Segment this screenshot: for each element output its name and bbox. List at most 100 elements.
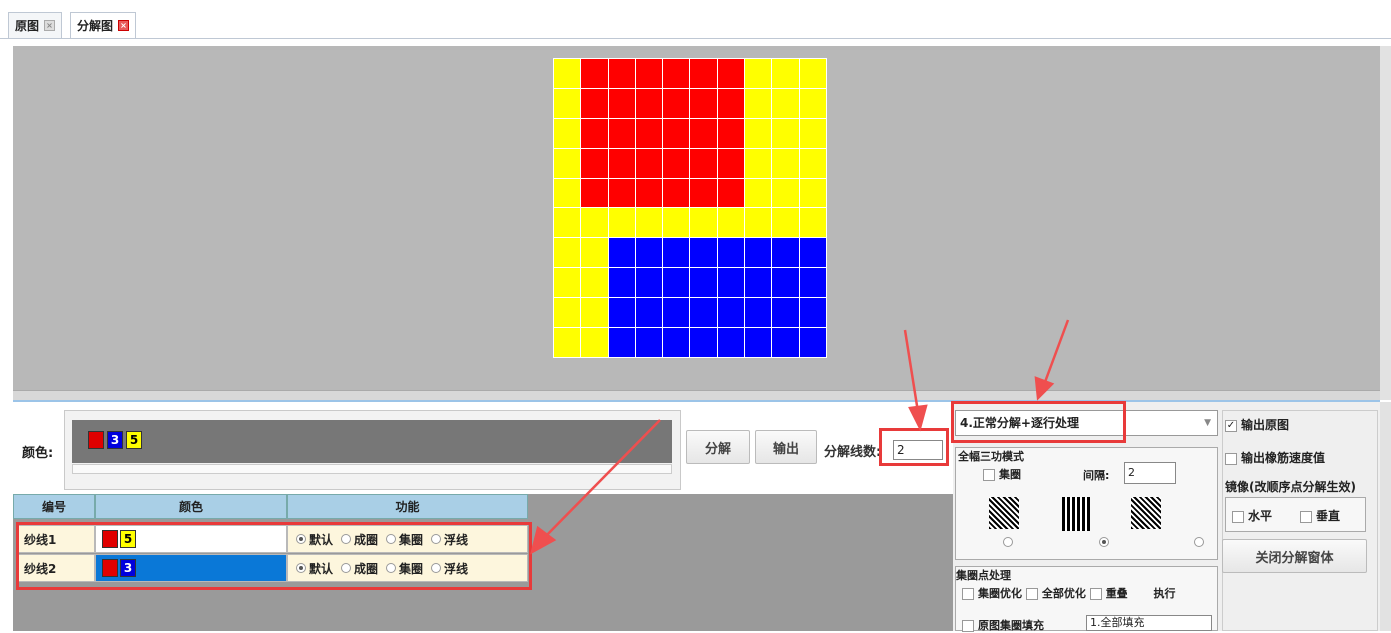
grid-cell[interactable] bbox=[635, 178, 663, 208]
grid-cell[interactable] bbox=[745, 59, 772, 88]
grid-cell[interactable] bbox=[717, 178, 745, 208]
grid-cell[interactable] bbox=[608, 238, 635, 268]
grid-cell[interactable] bbox=[745, 238, 772, 268]
grid-cell[interactable] bbox=[772, 148, 799, 178]
grid-cell[interactable] bbox=[554, 148, 581, 178]
grid-cell[interactable] bbox=[717, 148, 745, 178]
horizontal-checkbox[interactable]: 水平 bbox=[1232, 507, 1272, 524]
grid-cell[interactable] bbox=[581, 118, 608, 148]
grid-cell[interactable] bbox=[608, 268, 635, 298]
overlap-checkbox[interactable]: 重叠 bbox=[1089, 587, 1128, 600]
grid-cell[interactable] bbox=[663, 178, 690, 208]
grid-cell[interactable] bbox=[635, 118, 663, 148]
grid-cell[interactable] bbox=[554, 238, 581, 268]
pattern-radio-2[interactable] bbox=[1098, 536, 1109, 547]
grid-cell[interactable] bbox=[799, 59, 826, 88]
grid-cell[interactable] bbox=[717, 118, 745, 148]
grid-cell[interactable] bbox=[717, 59, 745, 88]
grid-cell[interactable] bbox=[717, 238, 745, 268]
close-icon[interactable]: × bbox=[118, 20, 130, 31]
color-chip[interactable]: 2 bbox=[88, 431, 104, 449]
output-original-checkbox[interactable]: ✓ 输出原图 bbox=[1225, 416, 1289, 433]
grid-cell[interactable] bbox=[608, 148, 635, 178]
grid-cell[interactable] bbox=[663, 59, 690, 88]
grid-cell[interactable] bbox=[690, 118, 717, 148]
grid-cell[interactable] bbox=[581, 238, 608, 268]
tab-original[interactable]: 原图 × bbox=[8, 12, 63, 38]
interval-input[interactable]: 2 bbox=[1124, 462, 1176, 484]
grid-cell[interactable] bbox=[745, 88, 772, 118]
grid-cell[interactable] bbox=[608, 118, 635, 148]
color-chip[interactable]: 3 bbox=[107, 431, 123, 449]
grid-cell[interactable] bbox=[799, 148, 826, 178]
grid-cell[interactable] bbox=[554, 178, 581, 208]
color-chip[interactable]: 5 bbox=[126, 431, 142, 449]
grid-cell[interactable] bbox=[554, 268, 581, 298]
grid-cell[interactable] bbox=[799, 238, 826, 268]
all-optimize-checkbox[interactable]: 全部优化 bbox=[1025, 587, 1086, 600]
pattern-radio-3[interactable] bbox=[1193, 536, 1204, 547]
close-icon[interactable]: × bbox=[44, 20, 56, 31]
output-speed-checkbox[interactable]: 输出橡筋速度值 bbox=[1225, 449, 1325, 466]
grid-cell[interactable] bbox=[799, 268, 826, 298]
grid-cell[interactable] bbox=[772, 238, 799, 268]
grid-cell[interactable] bbox=[635, 268, 663, 298]
grid-cell[interactable] bbox=[799, 208, 826, 238]
grid-cell[interactable] bbox=[635, 208, 663, 238]
grid-cell[interactable] bbox=[690, 59, 717, 88]
grid-cell[interactable] bbox=[745, 148, 772, 178]
grid-cell[interactable] bbox=[690, 268, 717, 298]
grid-cell[interactable] bbox=[799, 118, 826, 148]
grid-cell[interactable] bbox=[608, 59, 635, 88]
grid-cell[interactable] bbox=[581, 268, 608, 298]
grid-cell[interactable] bbox=[772, 59, 799, 88]
grid-cell[interactable] bbox=[635, 238, 663, 268]
pattern-radio-1[interactable] bbox=[1003, 536, 1013, 547]
grid-cell[interactable] bbox=[635, 59, 663, 88]
grid-cell[interactable] bbox=[554, 118, 581, 148]
grid-cell[interactable] bbox=[690, 148, 717, 178]
grid-cell[interactable] bbox=[772, 118, 799, 148]
grid-cell[interactable] bbox=[799, 88, 826, 118]
grid-cell[interactable] bbox=[581, 208, 608, 238]
grid-cell[interactable] bbox=[799, 178, 826, 208]
grid-cell[interactable] bbox=[690, 208, 717, 238]
panel-scrollbar[interactable] bbox=[1380, 402, 1391, 631]
grid-cell[interactable] bbox=[663, 88, 690, 118]
vertical-checkbox[interactable]: 垂直 bbox=[1300, 507, 1340, 524]
grid-cell[interactable] bbox=[745, 268, 772, 298]
close-window-button[interactable]: 关闭分解窗体 bbox=[1222, 539, 1367, 573]
grid-cell[interactable] bbox=[745, 178, 772, 208]
grid-cell[interactable] bbox=[554, 59, 581, 88]
grid-cell[interactable] bbox=[690, 88, 717, 118]
vertical-scrollbar[interactable] bbox=[1380, 46, 1391, 400]
grid-cell[interactable] bbox=[690, 178, 717, 208]
grid-cell[interactable] bbox=[581, 88, 608, 118]
grid-cell[interactable] bbox=[635, 88, 663, 118]
grid-cell[interactable] bbox=[717, 208, 745, 238]
grid-cell[interactable] bbox=[772, 178, 799, 208]
grid-cell[interactable] bbox=[608, 178, 635, 208]
grid-cell[interactable] bbox=[690, 238, 717, 268]
grid-cell[interactable] bbox=[608, 88, 635, 118]
grid-cell[interactable] bbox=[745, 208, 772, 238]
grid-cell[interactable] bbox=[663, 268, 690, 298]
grid-cell[interactable] bbox=[581, 178, 608, 208]
grid-cell[interactable] bbox=[772, 88, 799, 118]
grid-cell[interactable] bbox=[608, 208, 635, 238]
grid-cell[interactable] bbox=[554, 88, 581, 118]
grid-cell[interactable] bbox=[581, 148, 608, 178]
grid-cell[interactable] bbox=[772, 208, 799, 238]
grid-cell[interactable] bbox=[663, 208, 690, 238]
grid-cell[interactable] bbox=[663, 118, 690, 148]
grid-cell[interactable] bbox=[745, 118, 772, 148]
fill-select[interactable]: 1.全部填充 bbox=[1086, 615, 1212, 631]
grid-cell[interactable] bbox=[554, 208, 581, 238]
execute-button[interactable]: 执行 bbox=[1154, 587, 1176, 600]
grid-cell[interactable] bbox=[581, 59, 608, 88]
tuck-checkbox[interactable]: 集圈 bbox=[983, 466, 1021, 482]
grid-cell[interactable] bbox=[663, 238, 690, 268]
tuck-optimize-checkbox[interactable]: 集圈优化 bbox=[962, 587, 1022, 600]
grid-cell[interactable] bbox=[635, 148, 663, 178]
tab-decomposed[interactable]: 分解图 × bbox=[70, 12, 137, 38]
